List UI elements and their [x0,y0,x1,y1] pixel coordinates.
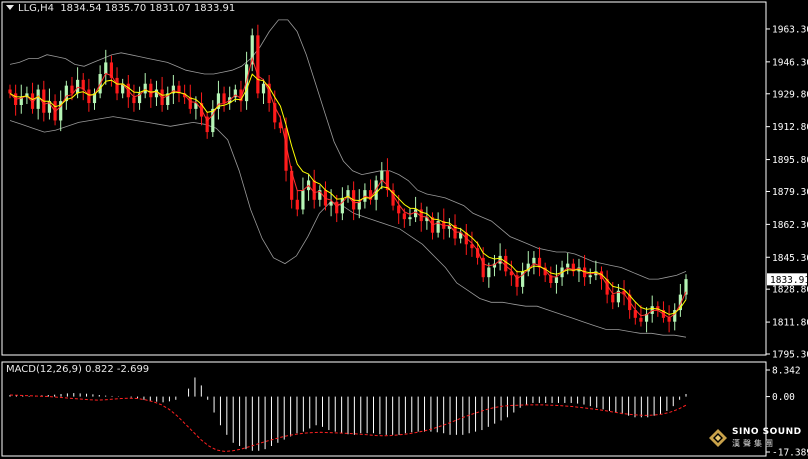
sino-sound-logo: SINO SOUND 漢聲集團 [706,426,806,456]
macd-header: MACD(12,26,9) 0.822 -2.699 [6,364,150,375]
candles [8,24,688,333]
price-tick-label: 1879.30 [772,187,808,198]
candle-bear [639,317,643,322]
candle-bull [261,83,266,94]
candle-bear [397,205,401,214]
dropdown-triangle-icon[interactable] [6,5,14,10]
price-tick-label: 1811.80 [772,318,808,329]
candle-bear [115,77,119,94]
candle-bull [554,277,559,283]
candle-bull [329,201,333,206]
lower-band-line [9,116,687,338]
candle-bear [335,201,339,214]
chart-canvas[interactable]: 1963.30 1946.30 1929.80 1912.80 1895.80 1879.… [0,0,808,459]
candle-bull [487,267,491,278]
candle-bull [532,257,536,264]
logo-text-en: SINO SOUND [732,427,802,437]
macd-tick-label: 8.342 [772,366,801,377]
candle-bear [295,199,299,210]
candle-bear [312,180,316,200]
current-price-label: 1833.91 [770,275,808,286]
candle-bear [188,97,192,109]
candle-bear [132,97,136,104]
candle-bear [402,213,406,220]
candle-bull [143,83,147,94]
candle-bear [222,93,226,104]
logo-text-cn: 漢聲集團 [732,439,776,448]
price-tick-label: 1946.30 [772,57,808,68]
candle-bull [301,190,305,210]
candle-bull [104,62,108,75]
price-tick-label: 1828.80 [772,285,808,296]
price-tick-label: 1895.80 [772,155,808,166]
candle-bear [149,83,153,98]
macd-tick-label: 0.00 [772,392,795,403]
candle-bear [87,89,91,104]
price-tick-label: 1963.30 [772,24,808,35]
candle-bear [8,89,12,94]
candle-bear [70,85,74,94]
candle-bull [340,197,344,214]
price-tick-label: 1912.80 [772,122,808,133]
candle-bull [36,89,40,109]
candle-bear [504,255,508,272]
candle-bull [76,79,80,94]
candle-bull [566,263,570,268]
ohlc-values: 1834.54 1835.70 1831.07 1833.91 [60,3,236,14]
symbol-label: LLG,H4 [18,3,54,14]
candle-bull [588,275,592,278]
candle-bull [380,170,384,181]
price-panel-border [1,1,767,356]
candle-bear [611,294,615,303]
candle-bull [408,217,412,220]
chart-header[interactable]: LLG,H4 1834.54 1835.70 1831.07 1833.91 [6,3,235,14]
candle-bear [256,35,260,94]
price-axis: 1963.30 1946.30 1929.80 1912.80 1895.80 1879.… [766,24,808,361]
logo-diamond-icon [709,429,727,447]
price-tick-label: 1929.80 [772,89,808,100]
price-tick-label: 1795.30 [772,350,808,361]
macd-panel-border [1,361,767,457]
macd-panel [9,377,687,452]
price-tick-label: 1862.30 [772,220,808,231]
price-tick-label: 1845.30 [772,253,808,264]
